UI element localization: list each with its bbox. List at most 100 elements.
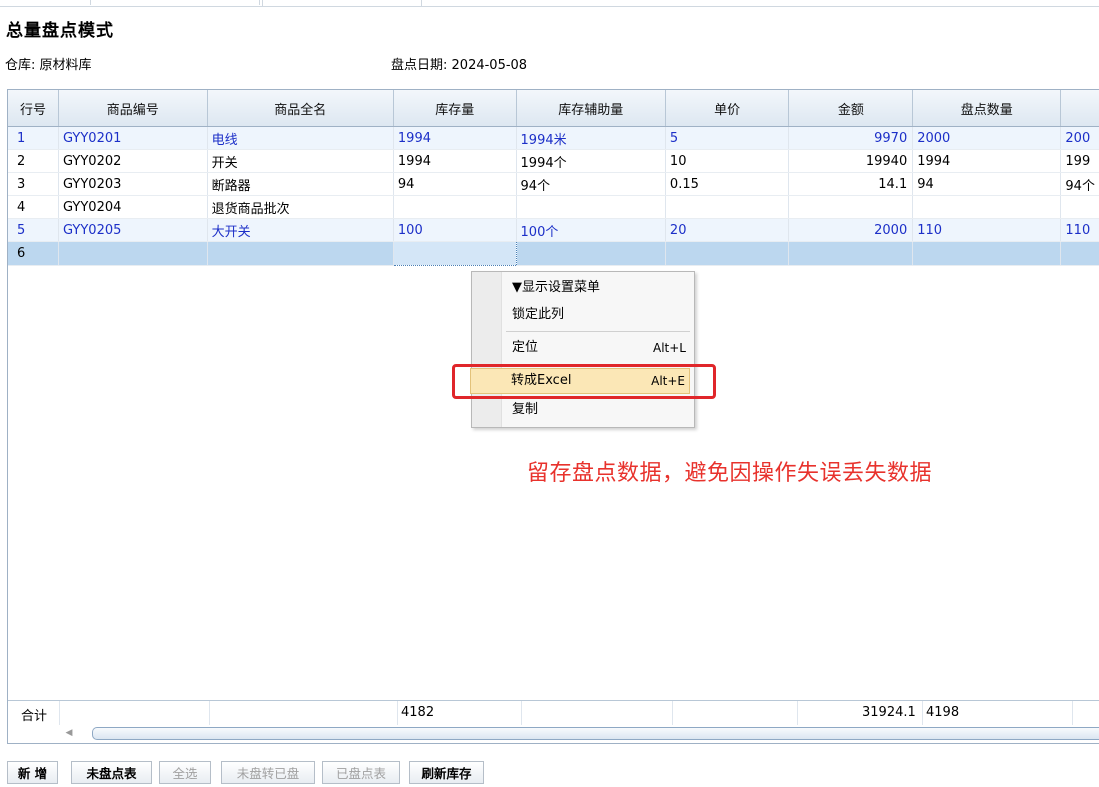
cell-stock-aux[interactable]: 100个 [516, 218, 666, 242]
cell-code[interactable]: GYY0201 [58, 126, 208, 150]
cell-stock-qty[interactable]: 94 [393, 172, 517, 196]
cell-amount[interactable]: 9970 [788, 126, 914, 150]
menu-item-label: 锁定此列 [512, 307, 565, 322]
counted-list-button[interactable]: 已盘点表 [322, 761, 400, 784]
scroll-left-icon[interactable]: ◀ [60, 726, 78, 740]
count-date-info: 盘点日期: 2024-05-08 [391, 54, 527, 73]
cell-code[interactable]: GYY0202 [58, 149, 208, 173]
menu-item-display-settings[interactable]: ▼显示设置菜单 [502, 276, 692, 300]
totals-divider [1072, 701, 1073, 725]
col-header-count-qty[interactable]: 盘点数量 [912, 90, 1062, 127]
col-header-stock-qty[interactable]: 库存量 [393, 90, 517, 127]
cell-stock-aux[interactable]: 1994个 [516, 149, 666, 173]
refresh-stock-button[interactable]: 刷新库存 [409, 761, 484, 784]
cell-count-qty[interactable] [912, 241, 1062, 266]
cell-extra[interactable] [1060, 241, 1099, 266]
menu-item-locate[interactable]: 定位 Alt+L [502, 336, 692, 360]
col-header-code[interactable]: 商品编号 [58, 90, 208, 127]
col-header-extra[interactable] [1060, 90, 1099, 127]
cell-name[interactable]: 退货商品批次 [207, 195, 394, 219]
cell-stock-qty-focused[interactable] [392, 241, 517, 266]
table-row[interactable]: 1 GYY0201 电线 1994 1994米 5 9970 2000 200 [8, 126, 1099, 150]
cell-extra[interactable]: 94个 [1060, 172, 1099, 196]
table-row[interactable]: 2 GYY0202 开关 1994 1994个 10 19940 1994 19… [8, 149, 1099, 173]
uncounted-list-button[interactable]: 未盘点表 [71, 761, 152, 784]
cell-amount[interactable] [788, 241, 914, 266]
table-row[interactable]: 4 GYY0204 退货商品批次 [8, 195, 1099, 219]
cell-amount[interactable]: 19940 [788, 149, 914, 173]
totals-row: 合计 4182 31924.1 4198 [8, 700, 1099, 725]
cell-extra[interactable]: 110 [1060, 218, 1099, 242]
page-title: 总量盘点模式 [6, 21, 114, 41]
table-row[interactable]: 5 GYY0205 大开关 100 100个 20 2000 110 110 [8, 218, 1099, 242]
inventory-table: 行号 商品编号 商品全名 库存量 库存辅助量 单价 金额 盘点数量 1 GYY0… [8, 90, 1099, 266]
cell-name[interactable]: 开关 [207, 149, 394, 173]
menu-item-label: ▼显示设置菜单 [512, 280, 600, 295]
cell-name[interactable]: 大开关 [207, 218, 394, 242]
cell-code[interactable]: GYY0205 [58, 218, 208, 242]
cell-extra[interactable]: 200 [1060, 126, 1099, 150]
select-all-button[interactable]: 全选 [159, 761, 211, 784]
col-header-price[interactable]: 单价 [665, 90, 790, 127]
table-row[interactable]: 3 GYY0203 断路器 94 94个 0.15 14.1 94 94个 [8, 172, 1099, 196]
tab-previous[interactable] [90, 0, 260, 5]
cell-price[interactable]: 10 [665, 149, 790, 173]
cell-stock-qty[interactable] [393, 195, 517, 219]
cell-row-number: 6 [8, 241, 59, 266]
cell-count-qty[interactable]: 1994 [912, 149, 1062, 173]
date-value: 2024-05-08 [451, 58, 528, 73]
cell-row-number: 2 [8, 149, 59, 173]
cell-amount[interactable]: 2000 [788, 218, 914, 242]
cell-count-qty[interactable] [912, 195, 1062, 219]
menu-item-copy[interactable]: 复制 [502, 398, 692, 422]
cell-count-qty[interactable]: 2000 [912, 126, 1062, 150]
tab-active[interactable] [262, 0, 422, 6]
cell-price[interactable]: 5 [665, 126, 790, 150]
cell-price[interactable]: 20 [665, 218, 790, 242]
cell-name[interactable]: 断路器 [207, 172, 394, 196]
cell-stock-qty[interactable]: 1994 [393, 126, 517, 150]
cell-stock-aux[interactable] [516, 241, 666, 266]
cell-extra[interactable]: 199 [1060, 149, 1099, 173]
warehouse-label: 仓库: [5, 58, 36, 73]
cell-row-number: 4 [8, 195, 59, 219]
cell-amount[interactable] [788, 195, 914, 219]
cell-amount[interactable]: 14.1 [788, 172, 914, 196]
cell-count-qty[interactable]: 94 [912, 172, 1062, 196]
menu-item-label: 定位 [512, 340, 539, 355]
col-header-stock-aux[interactable]: 库存辅助量 [516, 90, 666, 127]
table-row-selected[interactable]: 6 [8, 241, 1099, 266]
col-header-row-number[interactable]: 行号 [8, 90, 59, 127]
cell-stock-qty[interactable]: 100 [393, 218, 517, 242]
date-label: 盘点日期: [391, 58, 448, 73]
col-header-name[interactable]: 商品全名 [207, 90, 394, 127]
cell-price[interactable] [665, 195, 790, 219]
menu-icon-gutter [472, 272, 502, 427]
cell-stock-aux[interactable]: 1994米 [516, 126, 666, 150]
cell-price[interactable] [665, 241, 790, 266]
totals-amount: 31924.1 [862, 705, 916, 720]
totals-count-qty: 4198 [926, 705, 960, 720]
cell-name[interactable]: 电线 [207, 126, 394, 150]
cell-stock-aux[interactable]: 94个 [516, 172, 666, 196]
horizontal-scrollbar[interactable]: ◀ [60, 726, 1099, 740]
menu-item-lock-column[interactable]: 锁定此列 [502, 303, 692, 327]
col-header-amount[interactable]: 金额 [788, 90, 914, 127]
cell-name[interactable] [207, 241, 394, 266]
cell-price[interactable]: 0.15 [665, 172, 790, 196]
totals-label: 合计 [21, 709, 48, 724]
cell-code[interactable] [58, 241, 208, 266]
totals-divider [797, 701, 798, 725]
menu-divider [506, 331, 690, 332]
cell-code[interactable]: GYY0204 [58, 195, 208, 219]
totals-divider [209, 701, 210, 725]
cell-code[interactable]: GYY0203 [58, 172, 208, 196]
add-button[interactable]: 新 增 [7, 761, 58, 784]
cell-stock-qty[interactable]: 1994 [393, 149, 517, 173]
uncounted-to-counted-button[interactable]: 未盘转已盘 [221, 761, 315, 784]
cell-count-qty[interactable]: 110 [912, 218, 1062, 242]
scrollbar-thumb[interactable] [92, 727, 1099, 740]
totals-stock-qty: 4182 [401, 705, 435, 720]
cell-stock-aux[interactable] [516, 195, 666, 219]
cell-extra[interactable] [1060, 195, 1099, 219]
